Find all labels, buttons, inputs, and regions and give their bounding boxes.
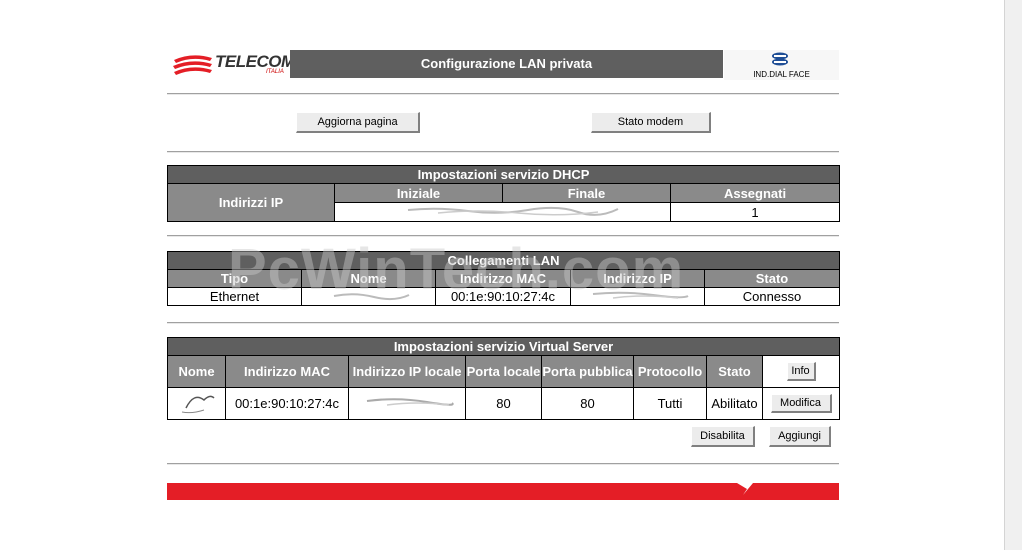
edit-cell: Modifica [761,387,841,420]
device-name-redacted [301,287,436,306]
edit-button[interactable]: Modifica [770,394,832,413]
column-header: Assegnati [669,183,841,203]
connection-type: Ethernet [167,287,302,306]
redaction-scribble [366,398,454,406]
column-header: Stato [704,269,840,288]
local-ip-redacted [348,387,466,420]
redaction-scribble [333,293,409,301]
ip-addresses-header: Indirizzi IP [167,183,335,222]
local-port: 80 [465,387,542,420]
add-button[interactable]: Aggiungi [769,426,831,447]
column-header: Indirizzo IP locale [348,355,466,388]
refresh-page-button[interactable]: Aggiorna pagina [296,112,420,133]
column-header: Iniziale [334,183,503,203]
lan-connections-table: Collegamenti LAN Tipo Nome Indirizzo MAC… [167,251,840,306]
redaction-scribble [592,291,689,299]
mode-indicator: IND.DIAL FACE [724,50,839,80]
column-header: Stato [706,355,763,388]
footer-notch [737,483,753,495]
mode-label: IND.DIAL FACE [753,70,810,79]
footer-bar [167,483,839,500]
table-row: Ethernet 00:1e:90:10:27:4c Connesso [167,287,840,306]
window-scrollbar[interactable] [1004,0,1022,550]
modem-status-button[interactable]: Stato modem [591,112,711,133]
column-header: Indirizzo MAC [225,355,349,388]
redaction-scribble [181,395,215,414]
logo-subtext: ITALIA [266,69,284,75]
column-header: Nome [167,355,226,388]
redaction-scribble [407,206,618,216]
virtual-server-caption: Impostazioni servizio Virtual Server [166,337,841,356]
info-cell: Info [761,355,841,388]
face-mode-icon [772,52,788,66]
dhcp-caption: Impostazioni servizio DHCP [166,165,841,184]
table-row: 00:1e:90:10:27:4c 80 80 Tutti Abilitato … [167,387,841,420]
assigned-count: 1 [669,202,841,222]
divider [167,93,839,95]
divider [167,322,839,324]
server-name-redacted [167,387,226,420]
column-header: Porta locale [465,355,542,388]
column-header: Finale [502,183,671,203]
column-header: Nome [301,269,436,288]
column-header: Porta pubblica [541,355,634,388]
column-header: Indirizzo MAC [435,269,571,288]
ip-range-redacted [334,202,671,222]
info-button[interactable]: Info [786,362,816,381]
divider [167,151,839,153]
server-status: Abilitato [706,387,763,420]
ip-address-redacted [570,287,705,306]
mac-address: 00:1e:90:10:27:4c [435,287,571,306]
column-header: Protocollo [633,355,707,388]
connection-status: Connesso [704,287,840,306]
column-header: Indirizzo IP [570,269,705,288]
lan-caption: Collegamenti LAN [167,251,840,270]
divider [167,463,839,465]
mac-address: 00:1e:90:10:27:4c [225,387,349,420]
header: TELECOM ITALIA Configurazione LAN privat… [167,50,839,80]
protocol: Tutti [633,387,707,420]
telecom-logo: TELECOM ITALIA [172,50,295,80]
disable-button[interactable]: Disabilita [691,426,755,447]
public-port: 80 [541,387,634,420]
dhcp-table: Impostazioni servizio DHCP Indirizzi IP … [166,165,841,222]
virtual-server-table: Impostazioni servizio Virtual Server Nom… [166,337,841,420]
divider [167,235,839,237]
column-header: Tipo [167,269,302,288]
page-title: Configurazione LAN privata [290,50,723,78]
